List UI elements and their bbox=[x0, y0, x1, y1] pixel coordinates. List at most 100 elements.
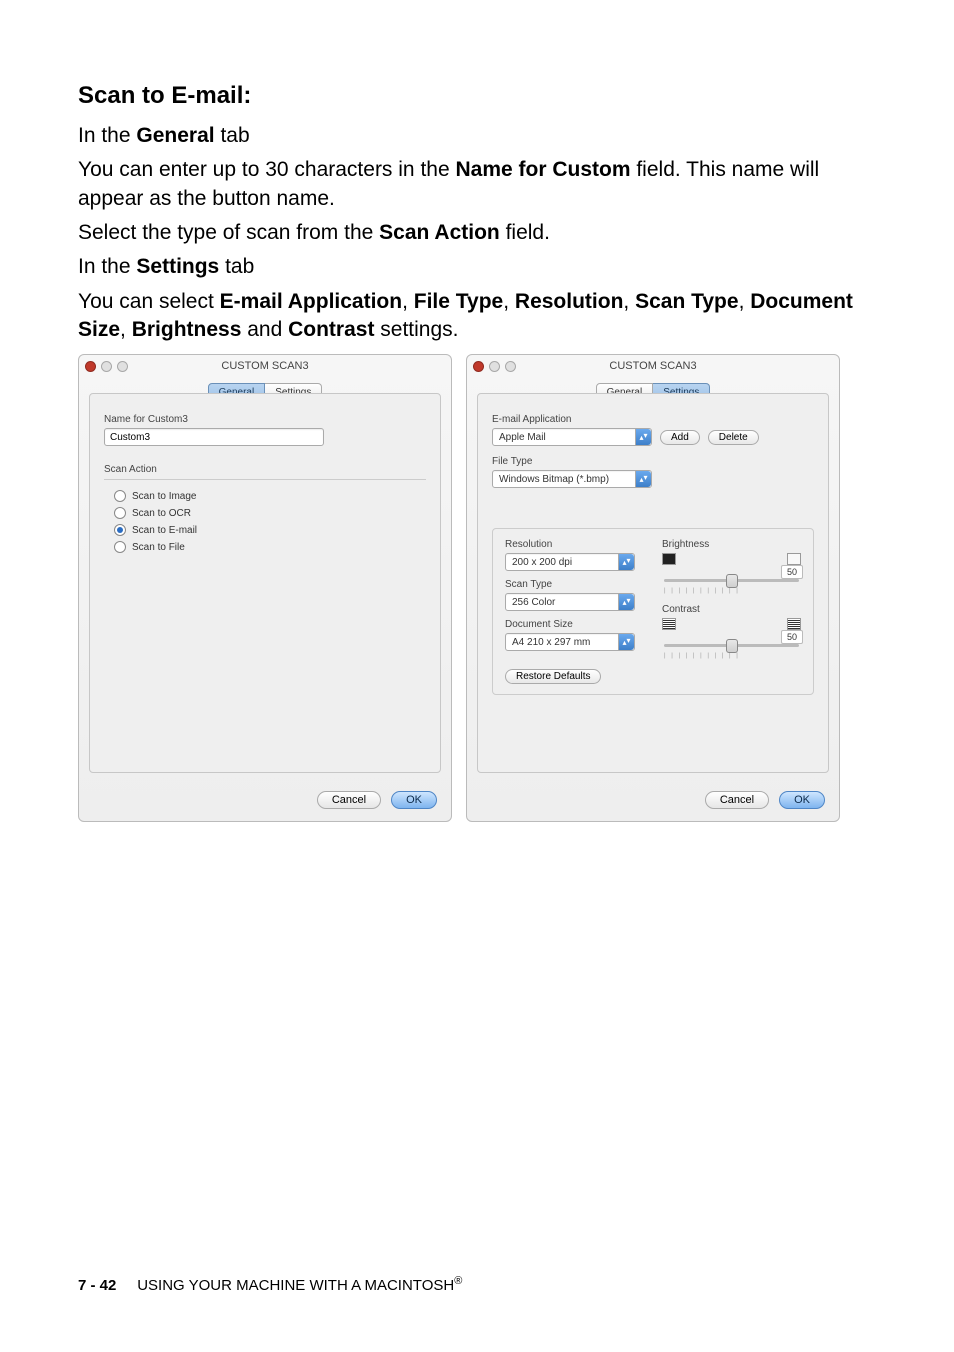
window-title: CUSTOM SCAN3 bbox=[467, 360, 839, 372]
footer-text: USING YOUR MACHINE WITH A MACINTOSH bbox=[137, 1277, 454, 1294]
contrast-icons bbox=[662, 618, 801, 630]
text: tab bbox=[219, 255, 254, 278]
email-app-label: E-mail Application bbox=[492, 414, 814, 425]
chevron-updown-icon bbox=[635, 471, 651, 487]
add-button[interactable]: Add bbox=[660, 430, 700, 445]
name-for-custom-label: Name for Custom3 bbox=[104, 414, 426, 425]
section-title: Scan to E-mail: bbox=[78, 82, 876, 110]
radio-label: Scan to Image bbox=[132, 491, 196, 502]
chevron-updown-icon bbox=[618, 594, 634, 610]
dialog-footer: Cancel OK bbox=[79, 783, 451, 821]
bold-scan-action: Scan Action bbox=[379, 221, 500, 244]
scan-type-label: Scan Type bbox=[505, 579, 644, 590]
radio-scan-to-image[interactable]: Scan to Image bbox=[114, 490, 426, 502]
slider-thumb-icon bbox=[726, 574, 738, 588]
contrast-value: 50 bbox=[781, 630, 803, 644]
settings-panel: E-mail Application Apple Mail Add Delete… bbox=[477, 393, 829, 773]
text: settings. bbox=[374, 318, 458, 341]
resolution-select[interactable]: 200 x 200 dpi bbox=[505, 553, 635, 571]
radio-scan-to-ocr[interactable]: Scan to OCR bbox=[114, 507, 426, 519]
radio-scan-to-file[interactable]: Scan to File bbox=[114, 541, 426, 553]
scan-type-select[interactable]: 256 Color bbox=[505, 593, 635, 611]
text: You can enter up to 30 characters in the bbox=[78, 158, 455, 181]
text: , bbox=[402, 290, 414, 313]
text: In the bbox=[78, 255, 136, 278]
radio-icon bbox=[114, 490, 126, 502]
registered-icon: ® bbox=[454, 1275, 462, 1287]
ok-button[interactable]: OK bbox=[391, 791, 437, 809]
brightness-icons bbox=[662, 553, 801, 565]
file-type-label: File Type bbox=[492, 456, 814, 467]
slider-ticks: | | | | | | | | | | | bbox=[662, 588, 801, 594]
low-contrast-icon bbox=[662, 618, 676, 630]
scan-action-label: Scan Action bbox=[104, 464, 426, 475]
text: , bbox=[739, 290, 751, 313]
page-footer: 7 - 42 USING YOUR MACHINE WITH A MACINTO… bbox=[78, 1275, 462, 1294]
text: , bbox=[623, 290, 635, 313]
bold-file-type: File Type bbox=[414, 290, 503, 313]
text: and bbox=[241, 318, 288, 341]
bold-resolution: Resolution bbox=[515, 290, 624, 313]
general-panel: Name for Custom3 Scan Action Scan to Ima… bbox=[89, 393, 441, 773]
brightness-value: 50 bbox=[781, 565, 803, 579]
ok-button[interactable]: OK bbox=[779, 791, 825, 809]
titlebar: CUSTOM SCAN3 bbox=[79, 355, 451, 377]
slider-ticks: | | | | | | | | | | | bbox=[662, 653, 801, 659]
bold-name-for-custom: Name for Custom bbox=[455, 158, 630, 181]
contrast-label: Contrast bbox=[662, 604, 801, 615]
paragraph-1: In the General tab bbox=[78, 122, 876, 150]
resolution-label: Resolution bbox=[505, 539, 644, 550]
chevron-updown-icon bbox=[635, 429, 651, 445]
bold-scan-type: Scan Type bbox=[635, 290, 738, 313]
bold-brightness: Brightness bbox=[132, 318, 242, 341]
dialog-footer: Cancel OK bbox=[467, 783, 839, 821]
restore-defaults-button[interactable]: Restore Defaults bbox=[505, 669, 601, 684]
text: , bbox=[503, 290, 515, 313]
text: tab bbox=[215, 124, 250, 147]
text: field. bbox=[500, 221, 550, 244]
chevron-updown-icon bbox=[618, 634, 634, 650]
document-size-label: Document Size bbox=[505, 619, 644, 630]
bold-general: General bbox=[136, 124, 214, 147]
dark-icon bbox=[662, 553, 676, 565]
email-app-select[interactable]: Apple Mail bbox=[492, 428, 652, 446]
select-value: 256 Color bbox=[512, 597, 555, 608]
page-number: 7 - 42 bbox=[78, 1277, 116, 1294]
scan-settings-group: Resolution 200 x 200 dpi Scan Type 256 C… bbox=[492, 528, 814, 695]
radio-label: Scan to File bbox=[132, 542, 185, 553]
cancel-button[interactable]: Cancel bbox=[317, 791, 381, 809]
bold-contrast: Contrast bbox=[288, 318, 374, 341]
text: Select the type of scan from the bbox=[78, 221, 379, 244]
radio-icon bbox=[114, 507, 126, 519]
slider-thumb-icon bbox=[726, 639, 738, 653]
select-value: 200 x 200 dpi bbox=[512, 557, 572, 568]
radio-icon bbox=[114, 541, 126, 553]
text: You can select bbox=[78, 290, 220, 313]
paragraph-5: You can select E-mail Application, File … bbox=[78, 288, 876, 345]
paragraph-2: You can enter up to 30 characters in the… bbox=[78, 156, 876, 213]
name-for-custom-input[interactable] bbox=[104, 428, 324, 446]
radio-icon bbox=[114, 524, 126, 536]
chevron-updown-icon bbox=[618, 554, 634, 570]
contrast-slider[interactable]: 50 | | | | | | | | | | | bbox=[662, 632, 801, 659]
cancel-button[interactable]: Cancel bbox=[705, 791, 769, 809]
radio-scan-to-email[interactable]: Scan to E-mail bbox=[114, 524, 426, 536]
radio-label: Scan to OCR bbox=[132, 508, 191, 519]
file-type-select[interactable]: Windows Bitmap (*.bmp) bbox=[492, 470, 652, 488]
text: In the bbox=[78, 124, 136, 147]
select-value: Apple Mail bbox=[499, 432, 546, 443]
text: , bbox=[120, 318, 132, 341]
light-icon bbox=[787, 553, 801, 565]
titlebar: CUSTOM SCAN3 bbox=[467, 355, 839, 377]
brightness-slider[interactable]: 50 | | | | | | | | | | | bbox=[662, 567, 801, 594]
document-size-select[interactable]: A4 210 x 297 mm bbox=[505, 633, 635, 651]
select-value: A4 210 x 297 mm bbox=[512, 637, 590, 648]
delete-button[interactable]: Delete bbox=[708, 430, 759, 445]
select-value: Windows Bitmap (*.bmp) bbox=[499, 474, 609, 485]
paragraph-3: Select the type of scan from the Scan Ac… bbox=[78, 219, 876, 247]
radio-label: Scan to E-mail bbox=[132, 525, 197, 536]
bold-email-app: E-mail Application bbox=[220, 290, 402, 313]
window-title: CUSTOM SCAN3 bbox=[79, 360, 451, 372]
bold-settings: Settings bbox=[136, 255, 219, 278]
brightness-label: Brightness bbox=[662, 539, 801, 550]
